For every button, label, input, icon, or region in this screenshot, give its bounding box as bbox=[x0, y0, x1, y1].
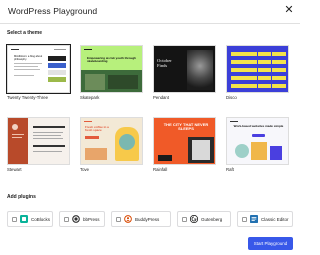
theme-name: Tove bbox=[80, 167, 90, 172]
close-icon[interactable]: ✕ bbox=[283, 4, 295, 16]
start-playground-button[interactable]: Start Playground bbox=[248, 237, 293, 250]
theme-thumbnail: Mindblown: a blog about philosophy. bbox=[6, 44, 71, 94]
theme-section-label: Select a theme bbox=[7, 30, 43, 36]
coblocks-icon bbox=[20, 215, 28, 223]
theme-name: Pendant bbox=[153, 95, 170, 100]
plugin-checkbox[interactable] bbox=[242, 216, 247, 222]
bbpress-icon bbox=[72, 215, 80, 223]
theme-thumbnail bbox=[7, 117, 70, 165]
theme-name: Stewart bbox=[7, 167, 22, 172]
theme-thumbnail: Work-based websites made simple bbox=[226, 117, 289, 165]
dialog-header: WordPress Playground ✕ bbox=[0, 0, 300, 24]
plugin-label: Classic Editor bbox=[261, 216, 289, 222]
theme-name: Twenty Twenty-Three bbox=[7, 95, 48, 100]
plugin-label: BuddyPress bbox=[135, 216, 160, 222]
theme-thumbnail: October Finds bbox=[153, 45, 216, 93]
theme-card-tove[interactable]: Fresh coffee in a fresh space Tove bbox=[80, 117, 143, 172]
theme-thumbnail: Empowering at-risk youth through skatebo… bbox=[80, 45, 143, 93]
theme-thumbnail: THE CITY THAT NEVER SLEEPS bbox=[153, 117, 216, 165]
dialog-title: WordPress Playground bbox=[8, 6, 98, 16]
theme-card-disco[interactable]: Disco bbox=[226, 45, 289, 100]
plugin-checkbox[interactable] bbox=[116, 216, 121, 222]
plugin-classic-editor[interactable]: Classic Editor bbox=[237, 211, 293, 227]
plugin-label: bbPress bbox=[83, 216, 100, 222]
theme-card-raft[interactable]: Work-based websites made simple Raft bbox=[226, 117, 289, 172]
plugin-checkbox[interactable] bbox=[12, 216, 17, 222]
theme-card-twenty-twenty-three[interactable]: Mindblown: a blog about philosophy. Twen… bbox=[6, 44, 71, 100]
plugin-gutenberg[interactable]: Gutenberg bbox=[177, 211, 231, 227]
theme-name: Raft bbox=[226, 167, 234, 172]
theme-name: Disco bbox=[226, 95, 237, 100]
theme-thumbnail: Fresh coffee in a fresh space bbox=[80, 117, 143, 165]
theme-card-skatepark[interactable]: Empowering at-risk youth through skatebo… bbox=[80, 45, 143, 100]
plugin-label: CoBlocks bbox=[31, 216, 51, 222]
theme-thumbnail bbox=[226, 45, 289, 93]
plugin-bbpress[interactable]: bbPress bbox=[59, 211, 105, 227]
theme-card-stewart[interactable]: Stewart bbox=[7, 117, 70, 172]
plugins-section-label: Add plugins bbox=[7, 194, 36, 200]
plugin-coblocks[interactable]: CoBlocks bbox=[7, 211, 53, 227]
classic-editor-icon bbox=[250, 215, 258, 223]
theme-card-pendant[interactable]: October Finds Pendant bbox=[153, 45, 216, 100]
gutenberg-icon bbox=[190, 215, 198, 223]
theme-card-rainfall[interactable]: THE CITY THAT NEVER SLEEPS Rainfall bbox=[153, 117, 216, 172]
plugin-label: Gutenberg bbox=[201, 216, 223, 222]
theme-name: Skatepark bbox=[80, 95, 100, 100]
buddypress-icon bbox=[124, 215, 132, 223]
theme-name: Rainfall bbox=[153, 167, 168, 172]
plugin-checkbox[interactable] bbox=[64, 216, 69, 222]
plugin-checkbox[interactable] bbox=[182, 216, 187, 222]
plugin-buddypress[interactable]: BuddyPress bbox=[111, 211, 171, 227]
